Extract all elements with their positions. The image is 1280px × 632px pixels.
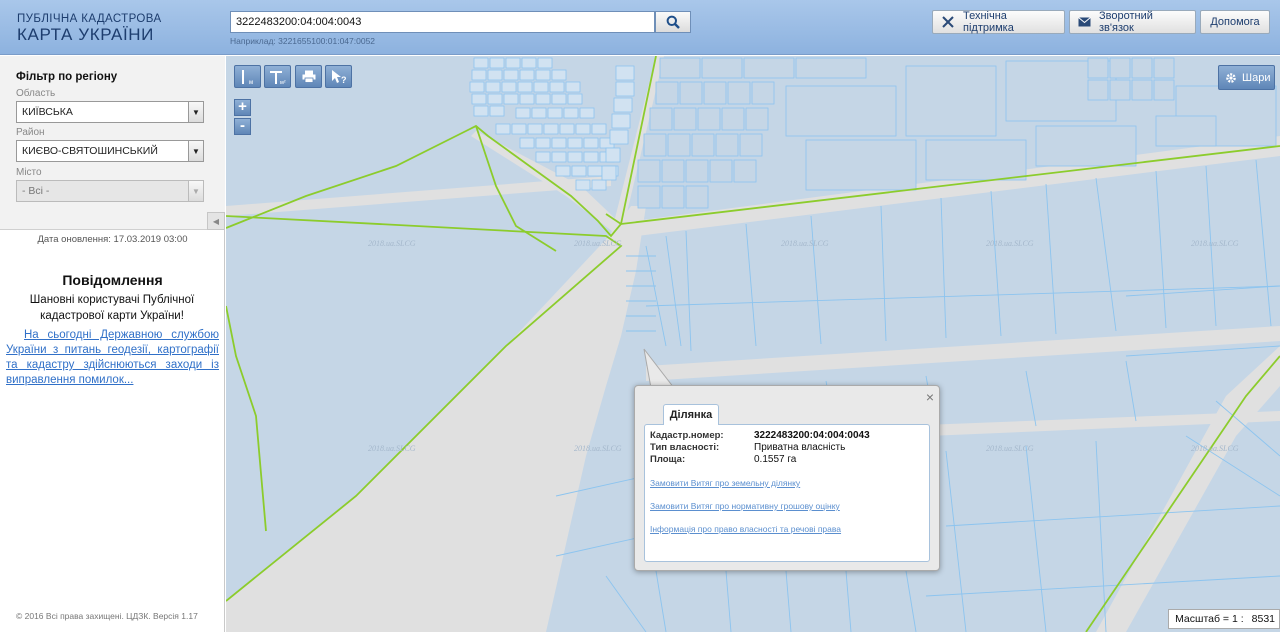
region-filter: Фільтр по регіону Область КИЇВСЬКА ▼ Рай… [0,56,225,230]
copyright: © 2016 Всі права захищені. ЦДЗК. Версія … [16,611,198,621]
watermark: 2018.ua.SLCG [368,444,416,453]
scale-value: 8531 [1251,613,1275,625]
update-date: Дата оновлення: 17.03.2019 03:00 [37,234,188,245]
layers-label: Шари [1242,71,1271,84]
raion-value: КИЄВО-СВЯТОШИНСЬКИЙ [22,145,158,157]
watermark: 2018.ua.SLCG [986,444,1034,453]
chevron-down-icon: ▼ [188,102,203,122]
help-button[interactable]: Допомога [1200,10,1270,34]
road [646,326,1280,381]
cadastral-map[interactable]: 2018.ua.SLCG 2018.ua.SLCG 2018.ua.SLCG 2… [226,56,1280,632]
magnifier-icon [666,15,680,29]
misto-value: - Всі - [22,185,50,197]
tools-icon [942,16,954,28]
watermark: 2018.ua.SLCG [574,444,622,453]
search-button[interactable] [655,11,691,33]
tab-parcel[interactable]: Ділянка [663,404,719,425]
filter-title: Фільтр по регіону [16,71,118,83]
help-label: Допомога [1210,16,1260,28]
misto-select[interactable]: - Всі - ▼ [16,180,204,202]
map-scale: Масштаб = 1 : 8531 [1168,609,1280,629]
measure-area-button[interactable]: м² [264,65,291,88]
measure-distance-button[interactable]: м [234,65,261,88]
notice-text: Шановні користувачі Публічної кадастрово… [29,294,195,322]
order-valuation-extract-link[interactable]: Замовити Витяг про нормативну грошову оц… [650,501,840,511]
residential-parcels [469,57,635,191]
watermark: 2018.ua.SLCG [986,239,1034,248]
ownership-info-link[interactable]: Інформація про право власності та речові… [650,524,841,534]
app-header: ПУБЛІЧНА КАДАСТРОВА КАРТА УКРАЇНИ Наприк… [0,0,1280,55]
chevron-down-icon: ▼ [188,181,203,201]
cadastral-number-label: Кадастр.номер: [650,430,724,441]
chevron-left-icon: ◀ [212,216,220,226]
search-hint: Наприклад: 3221655100:01:047:0052 [230,36,376,46]
watermark: 2018.ua.SLCG [781,239,829,248]
parcel-details: Кадастр.номер: 3222483200:04:004:0043 Ти… [644,424,930,562]
tech-support-label: Технічна підтримка [963,10,1014,34]
road [226,206,646,632]
gear-icon [1226,72,1236,83]
ownership-type-value: Приватна власність [754,442,846,453]
watermark: 2018.ua.SLCG [574,239,622,248]
oblast-value: КИЇВСЬКА [22,106,73,118]
misto-label: Місто [16,167,42,178]
watermark: 2018.ua.SLCG [1191,239,1239,248]
cadastre-search-input[interactable] [230,11,655,33]
envelope-icon [1078,17,1091,27]
watermark: 2018.ua.SLCG [1191,444,1239,453]
watermark: 2018.ua.SLCG [368,239,416,248]
notice-title: Повідомлення [62,272,163,288]
ruler-icon: м [241,69,253,85]
app-logo[interactable]: ПУБЛІЧНА КАДАСТРОВА КАРТА УКРАЇНИ [17,13,162,44]
print-icon [302,70,315,83]
parcel-info-popup: × Ділянка Кадастр.номер: 3222483200:04:0… [634,385,940,571]
scale-label: Масштаб = 1 : [1175,613,1244,625]
order-parcel-extract-link[interactable]: Замовити Витяг про земельну ділянку [650,478,800,488]
feedback-label: Зворотний зв'язок [1099,10,1153,34]
svg-text:м: м [249,80,253,85]
road [226,176,611,216]
search-box: Наприклад: 3221655100:01:047:0052 [230,11,691,46]
oblast-label: Область [16,88,56,99]
oblast-select[interactable]: КИЇВСЬКА ▼ [16,101,204,123]
collapse-sidebar-button[interactable]: ◀ [207,212,225,230]
raion-label: Район [16,127,45,138]
svg-text:?: ? [341,75,347,84]
print-button[interactable] [295,65,322,88]
identify-button[interactable]: ? [325,65,352,88]
close-icon[interactable]: × [926,389,934,405]
cadastral-number-value: 3222483200:04:004:0043 [754,430,870,441]
layers-button[interactable]: Шари [1218,65,1275,90]
notice-link[interactable]: На сьогодні Державною службою України з … [6,328,219,388]
zoom-out-button[interactable]: - [234,118,251,135]
feedback-button[interactable]: Зворотний зв'язок [1069,10,1196,34]
identify-icon: ? [331,70,347,84]
sidebar: Фільтр по регіону Область КИЇВСЬКА ▼ Рай… [0,56,225,632]
zoom-in-button[interactable]: + [234,99,251,116]
logo-line-2: КАРТА УКРАЇНИ [17,25,154,44]
tech-support-button[interactable]: Технічна підтримка [932,10,1065,34]
area-ruler-icon: м² [269,70,286,85]
area-value: 0.1557 га [754,454,797,465]
ownership-type-label: Тип власності: [650,442,720,453]
chevron-down-icon: ▼ [188,141,203,161]
raion-select[interactable]: КИЄВО-СВЯТОШИНСЬКИЙ ▼ [16,140,204,162]
svg-text:м²: м² [280,80,286,85]
area-label: Площа: [650,454,686,465]
